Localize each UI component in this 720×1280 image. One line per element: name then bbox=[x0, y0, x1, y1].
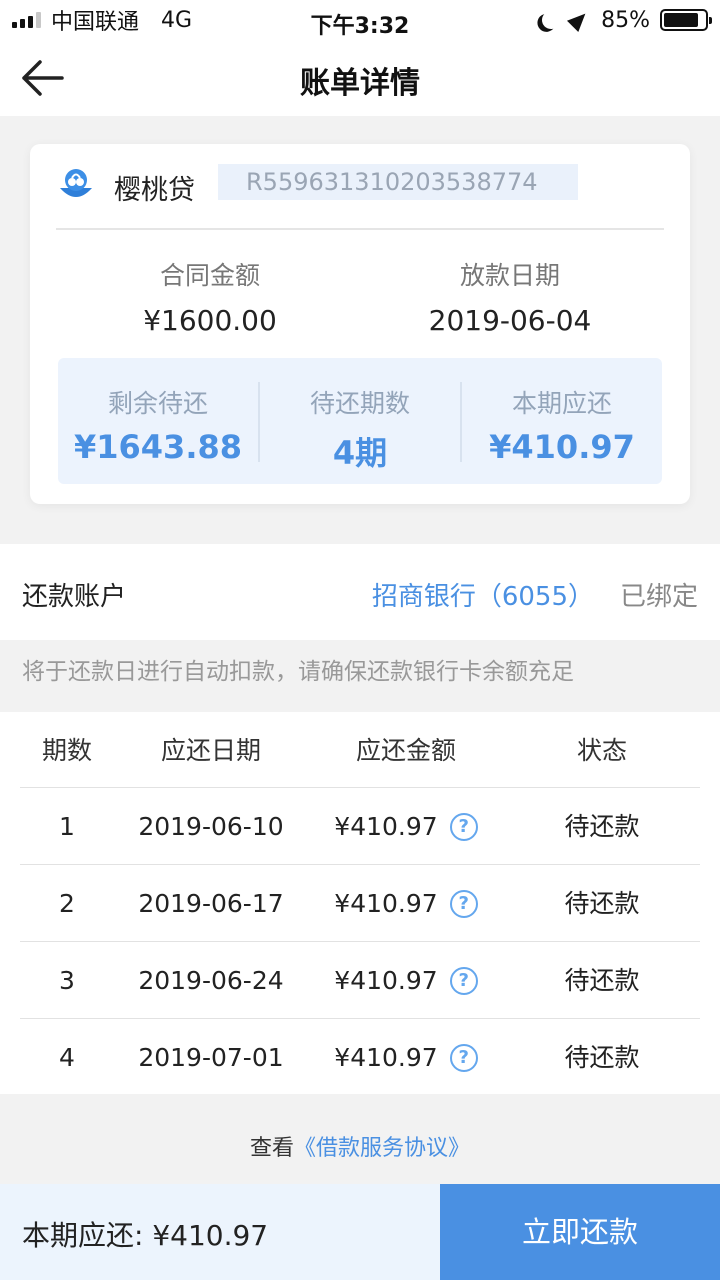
stat-label: 剩余待还 bbox=[107, 389, 208, 418]
stat-value: ¥1643.88 bbox=[73, 428, 242, 466]
auto-debit-notice: 将于还款日进行自动扣款，请确保还款银行卡余额充足 bbox=[22, 659, 574, 685]
date-cell: 2019-07-01 bbox=[138, 1043, 284, 1072]
amount-value: ¥410.97 bbox=[334, 1043, 438, 1072]
status-cell: 待还款 bbox=[564, 966, 640, 995]
loan-agreement-link[interactable]: 《借款服务协议》 bbox=[294, 1136, 470, 1161]
table-row: 4 2019-07-01 ¥410.97? 待还款 bbox=[0, 1019, 720, 1096]
period-cell: 1 bbox=[59, 812, 75, 841]
header-date: 应还日期 bbox=[160, 736, 261, 765]
date-cell: 2019-06-10 bbox=[138, 812, 284, 841]
contract-amount-block: 合同金额 ¥1600.00 bbox=[60, 256, 360, 337]
divider bbox=[56, 228, 664, 230]
contract-number: R559631310203538774 bbox=[218, 164, 578, 200]
header-amount: 应还金额 bbox=[355, 736, 456, 765]
stat-label: 待还期数 bbox=[309, 389, 410, 418]
status-cell: 待还款 bbox=[564, 812, 640, 841]
bottom-bar: 本期应还: ¥410.97 立即还款 bbox=[0, 1184, 720, 1280]
brand-row: 樱桃贷 R559631310203538774 bbox=[30, 144, 690, 228]
current-due-box: 本期应还: ¥410.97 bbox=[0, 1184, 440, 1280]
lender-name: 樱桃贷 bbox=[114, 175, 195, 206]
current-due-text: 本期应还: ¥410.97 bbox=[22, 1219, 269, 1252]
stat-value: ¥410.97 bbox=[489, 428, 635, 466]
stat-current-due: 本期应还 ¥410.97 bbox=[462, 358, 662, 484]
agreement-prefix: 查看 bbox=[249, 1136, 294, 1161]
header-period: 期数 bbox=[41, 736, 92, 765]
date-cell: 2019-06-24 bbox=[138, 966, 284, 995]
help-icon[interactable]: ? bbox=[449, 889, 478, 918]
amount-cell: ¥410.97? bbox=[308, 942, 504, 1019]
repay-now-button[interactable]: 立即还款 bbox=[440, 1184, 720, 1280]
amount-value: ¥410.97 bbox=[334, 966, 438, 995]
table-header: 期数 应还日期 应还金额 状态 bbox=[0, 712, 720, 789]
account-label: 还款账户 bbox=[22, 582, 127, 612]
repayment-account-row[interactable]: 还款账户 招商银行（6055） 已绑定 bbox=[0, 544, 720, 640]
help-icon[interactable]: ? bbox=[449, 966, 478, 995]
do-not-disturb-icon bbox=[541, 10, 562, 31]
table-row: 1 2019-06-10 ¥410.97? 待还款 bbox=[0, 788, 720, 865]
nav-bar: 账单详情 bbox=[0, 40, 720, 116]
amount-cell: ¥410.97? bbox=[308, 1019, 504, 1096]
disbursement-date-value: 2019-06-04 bbox=[428, 304, 592, 337]
disbursement-date-block: 放款日期 2019-06-04 bbox=[360, 256, 660, 337]
page-title: 账单详情 bbox=[300, 66, 420, 101]
header-status: 状态 bbox=[576, 736, 627, 765]
repayment-schedule-table: 期数 应还日期 应还金额 状态 1 2019-06-10 ¥410.97? 待还… bbox=[0, 712, 720, 1094]
battery-percent: 85% bbox=[601, 7, 650, 33]
location-icon bbox=[567, 7, 592, 33]
period-cell: 2 bbox=[59, 889, 75, 918]
stat-value: 4期 bbox=[332, 434, 388, 472]
bind-status: 已绑定 bbox=[619, 582, 698, 612]
contract-amount-value: ¥1600.00 bbox=[143, 304, 277, 337]
disbursement-date-label: 放款日期 bbox=[459, 261, 560, 290]
table-row: 2 2019-06-17 ¥410.97? 待还款 bbox=[0, 865, 720, 942]
agreement-line: 查看《借款服务协议》 bbox=[0, 1130, 720, 1162]
status-cell: 待还款 bbox=[564, 889, 640, 918]
date-cell: 2019-06-17 bbox=[138, 889, 284, 918]
help-icon[interactable]: ? bbox=[449, 1043, 478, 1072]
status-cell: 待还款 bbox=[564, 1043, 640, 1072]
amount-cell: ¥410.97? bbox=[308, 788, 504, 865]
status-bar: 中国联通 4G 下午3:32 85% bbox=[0, 0, 720, 40]
battery-icon bbox=[660, 9, 712, 31]
amount-cell: ¥410.97? bbox=[308, 865, 504, 942]
loan-summary-card: 樱桃贷 R559631310203538774 合同金额 ¥1600.00 放款… bbox=[30, 144, 690, 504]
cherry-logo-icon bbox=[60, 169, 92, 197]
help-icon[interactable]: ? bbox=[449, 812, 478, 841]
stat-label: 本期应还 bbox=[511, 389, 612, 418]
bank-card[interactable]: 招商银行（6055） bbox=[372, 576, 594, 613]
stat-remaining: 剩余待还 ¥1643.88 bbox=[58, 358, 258, 484]
amount-value: ¥410.97 bbox=[334, 889, 438, 918]
period-cell: 4 bbox=[59, 1043, 75, 1072]
period-cell: 3 bbox=[59, 966, 75, 995]
table-row: 3 2019-06-24 ¥410.97? 待还款 bbox=[0, 942, 720, 1019]
repayment-stats: 剩余待还 ¥1643.88 待还期数 4期 本期应还 ¥410.97 bbox=[58, 358, 662, 484]
amount-value: ¥410.97 bbox=[334, 812, 438, 841]
contract-amount-label: 合同金额 bbox=[159, 261, 260, 290]
stat-periods: 待还期数 4期 bbox=[260, 358, 460, 484]
